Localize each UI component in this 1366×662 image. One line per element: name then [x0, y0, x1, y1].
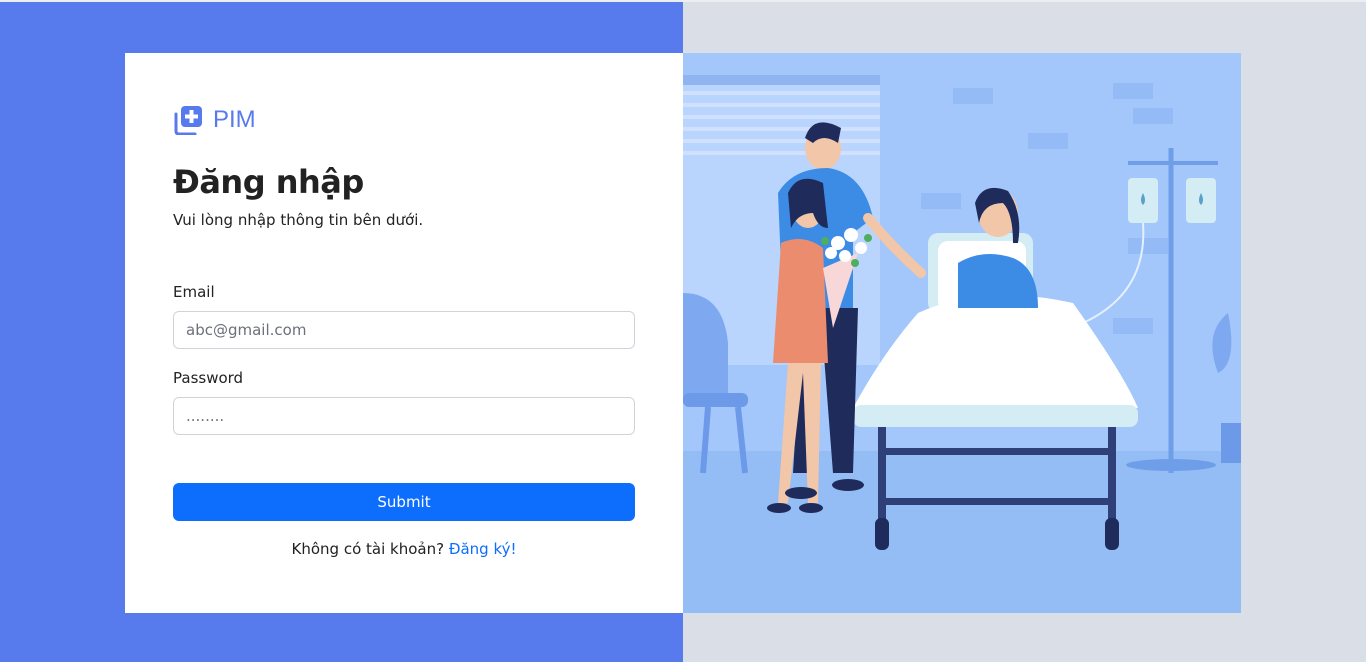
email-field[interactable] [173, 311, 635, 349]
register-link[interactable]: Đăng ký! [449, 540, 517, 558]
page-title: Đăng nhập [173, 163, 364, 201]
illustration-svg [683, 75, 1241, 613]
email-label: Email [173, 283, 215, 301]
brand-name: PIM [213, 106, 256, 133]
login-card: PIM Đăng nhập Vui lòng nhập thông tin bê… [125, 53, 683, 613]
register-prompt-text: Không có tài khoản? [291, 540, 445, 558]
password-label: Password [173, 369, 244, 387]
medical-plus-icon [174, 106, 202, 135]
hospital-visit-illustration [683, 53, 1241, 613]
submit-button[interactable]: Submit [173, 483, 635, 521]
password-field[interactable] [173, 397, 635, 435]
brand: PIM [173, 105, 256, 135]
register-prompt: Không có tài khoản? Đăng ký! [173, 540, 635, 558]
page-subtitle: Vui lòng nhập thông tin bên dưới. [173, 211, 424, 229]
